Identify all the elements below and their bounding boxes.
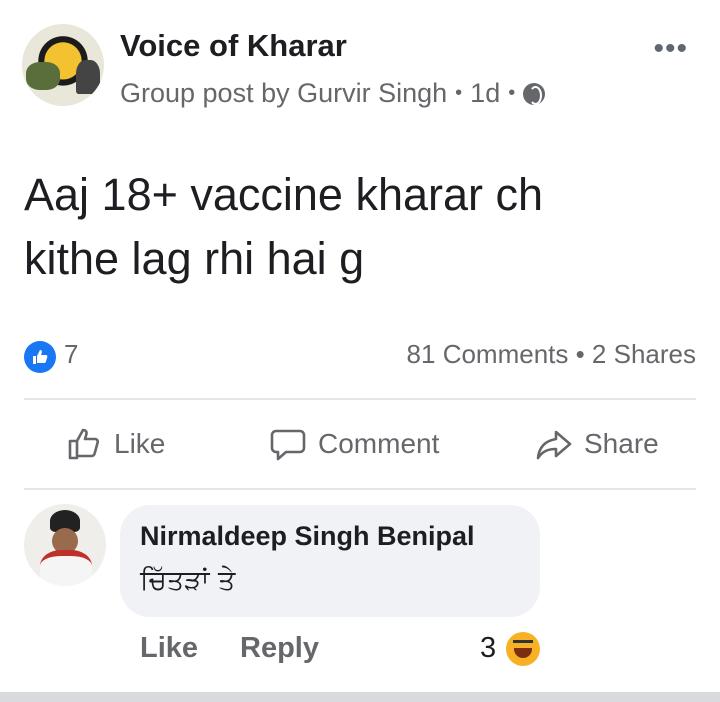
post-text: Aaj 18+ vaccine kharar ch kithe lag rhi … [24,163,684,291]
like-button[interactable]: Like [64,424,165,464]
post-time[interactable]: 1d [470,78,500,109]
comment-like-button[interactable]: Like [140,632,198,665]
post-text-line: Aaj 18+ vaccine kharar ch [24,169,544,220]
more-icon[interactable]: ••• [653,32,688,66]
avatar-body-shape [40,550,92,586]
thumbs-up-outline-icon [68,428,100,460]
post-header: Voice of Kharar Group post by Gurvir Sin… [22,24,698,114]
post-actions: Like Comment Share [24,418,696,474]
comment-text: ਚਿੱਤੜਾਂ ਤੇ [140,565,236,596]
comment-label: Comment [318,428,440,459]
bottom-edge [0,692,720,702]
haha-reaction-icon[interactable] [506,632,540,666]
comment-reply-button[interactable]: Reply [240,632,319,665]
like-label: Like [114,428,166,459]
commenter-name[interactable]: Nirmaldeep Singh Benipal [140,521,475,552]
comment-button[interactable]: Comment [268,424,439,464]
group-avatar[interactable] [22,24,104,106]
facebook-post: Voice of Kharar Group post by Gurvir Sin… [0,0,720,702]
comments-shares-count[interactable]: 81 Comments • 2 Shares [407,339,696,370]
divider [24,398,696,400]
like-count[interactable]: 7 [64,339,78,370]
share-label: Share [584,428,659,459]
share-arrow-icon [536,430,572,460]
like-badge-icon[interactable] [24,341,56,373]
post-meta: Group post by Gurvir Singh • 1d • [120,78,546,109]
comment-bubble: Nirmaldeep Singh Benipal ਚਿੱਤੜਾਂ ਤੇ [120,505,540,617]
group-name[interactable]: Voice of Kharar [120,28,347,64]
reaction-count[interactable]: 3 [480,632,496,665]
meta-separator: • [508,82,516,104]
divider [24,488,696,490]
post-stats: 7 81 Comments • 2 Shares [24,337,696,377]
thumbs-up-icon [33,350,48,364]
avatar-tree-shape [26,62,60,90]
meta-separator: • [455,82,463,104]
globe-icon [523,82,546,105]
commenter-avatar[interactable] [24,504,106,586]
share-button[interactable]: Share [534,424,659,464]
post-author-line[interactable]: Group post by Gurvir Singh [120,78,447,109]
comment-bubble-icon [270,429,306,461]
post-text-line: kithe lag rhi hai g [24,233,365,284]
comment-actions: Like Reply 3 [140,630,560,670]
avatar-person-shape [76,60,100,94]
